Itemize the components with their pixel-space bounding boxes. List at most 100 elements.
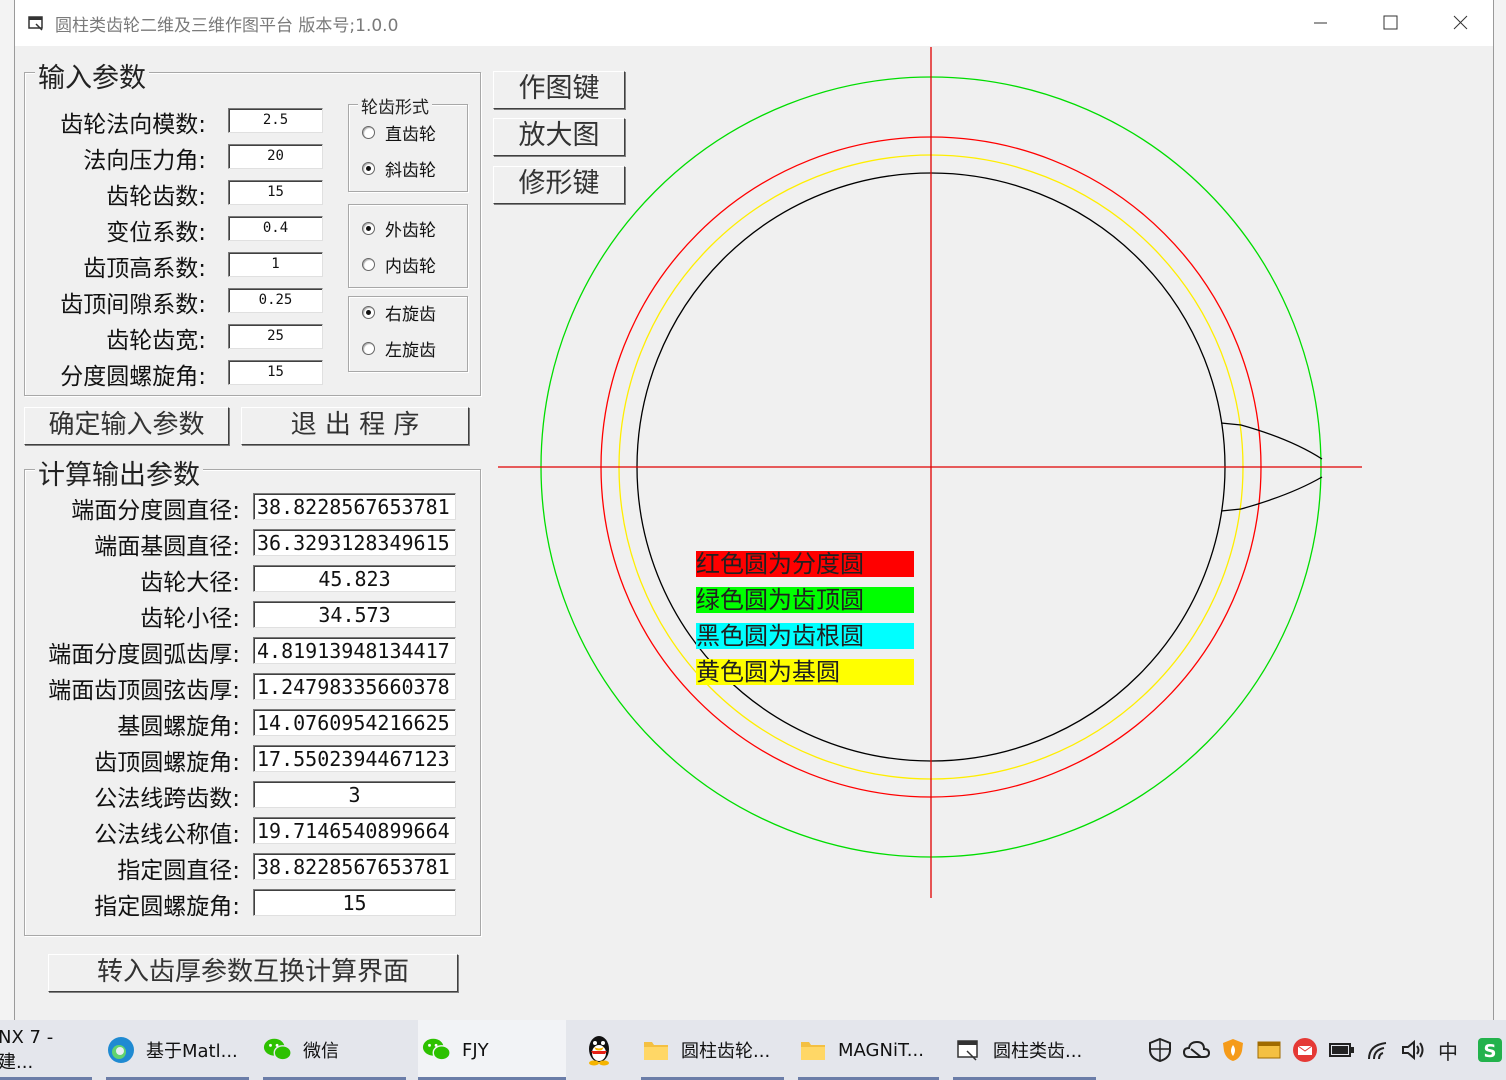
radio-internal-gear[interactable]: 内齿轮 [362,252,436,277]
legend-item: 红色圆为分度圆 [696,551,914,577]
input-field[interactable]: 25 [228,324,323,349]
radio-external-label: 外齿轮 [385,221,436,241]
input-label: 变位系数: [106,220,206,246]
input-field[interactable]: 0.25 [228,288,323,313]
taskbar-item-folder-gear[interactable]: 圆柱齿轮... [641,1020,784,1080]
qq-penguin-icon [584,1035,614,1066]
input-params-title: 输入参数 [35,56,149,95]
output-field[interactable]: 17.5502394467123 [253,745,456,772]
output-label: 齿轮大径: [140,570,240,596]
taskbar-item-qq[interactable] [584,1020,624,1080]
flame-shield-icon[interactable] [1219,1032,1247,1068]
tooth-form-title: 轮齿形式 [358,93,432,118]
output-label: 齿顶圆螺旋角: [94,750,240,776]
radio-right-hand-dot[interactable] [362,306,375,319]
maximize-icon[interactable] [1355,0,1425,46]
radio-spur-label: 直齿轮 [385,125,436,145]
output-field[interactable]: 3 [253,781,456,808]
input-method-indicator[interactable]: 中 [1434,1032,1462,1068]
radio-helical-label: 斜齿轮 [385,161,436,181]
legend-item: 黑色圆为齿根圆 [696,623,914,649]
taskbar-item-label: NX 7 - 建... [0,1026,54,1073]
close-icon[interactable] [1425,0,1495,46]
output-field[interactable]: 38.8228567653781 [253,853,456,880]
radio-left-hand-dot[interactable] [362,342,375,355]
folder-icon [641,1035,671,1065]
legend-item: 黄色圆为基圆 [696,659,914,685]
taskbar-item-nx[interactable]: NX 7 - 建... [0,1020,92,1080]
input-field[interactable]: 2.5 [228,108,323,133]
output-label: 端面分度圆直径: [71,498,240,524]
output-field[interactable]: 34.573 [253,601,456,628]
output-label: 端面分度圆弧齿厚: [48,642,240,668]
convert-thickness-button[interactable]: 转入齿厚参数互换计算界面 [48,954,458,992]
output-label: 指定圆直径: [117,858,240,884]
edge-browser-icon [106,1035,136,1065]
radio-helical-gear[interactable]: 斜齿轮 [362,156,436,181]
taskbar-item-label: 基于Matl... [146,1041,238,1062]
input-field[interactable]: 0.4 [228,216,323,241]
radio-external-gear[interactable]: 外齿轮 [362,216,436,241]
output-field[interactable]: 45.823 [253,565,456,592]
radio-spur-dot[interactable] [362,126,375,139]
radio-internal-dot[interactable] [362,258,375,271]
cloud-icon[interactable] [1181,1032,1211,1068]
wechat-icon [263,1035,293,1065]
input-label: 齿轮齿宽: [106,328,206,354]
taskbar-item-label: 圆柱类齿... [993,1041,1083,1062]
output-field[interactable]: 15 [253,889,456,916]
background-window-left-edge [0,0,15,1020]
input-label: 齿轮齿数: [106,184,206,210]
window-tray-icon[interactable] [1255,1032,1283,1068]
svg-text:S: S [1484,1041,1497,1062]
mail-notify-icon[interactable] [1291,1032,1319,1068]
output-label: 端面齿顶圆弦齿厚: [48,678,240,704]
output-field[interactable]: 38.8228567653781 [253,493,456,520]
input-field[interactable]: 20 [228,144,323,169]
background-window-right-edge [1493,0,1506,1020]
output-field[interactable]: 14.0760954216625 [253,709,456,736]
output-field[interactable]: 36.3293128349615 [253,529,456,556]
minimize-icon[interactable] [1285,0,1355,46]
taskbar-item-matlab[interactable]: 基于Matl... [106,1020,249,1080]
titlebar: 圆柱类齿轮二维及三维作图平台 版本号;1.0.0 [15,0,1493,46]
output-field[interactable]: 1.24798335660378 [253,673,456,700]
input-label: 齿轮法向模数: [60,112,206,138]
taskbar-item-folder-magnit[interactable]: MAGNiT... [798,1020,939,1080]
radio-left-hand[interactable]: 左旋齿 [362,336,436,361]
exit-program-button[interactable]: 退 出 程 序 [241,407,469,445]
taskbar-item-fjy[interactable]: FJY [418,1020,566,1080]
taskbar-item-label: 微信 [303,1041,339,1062]
output-label: 指定圆螺旋角: [94,894,240,920]
legend-item: 绿色圆为齿顶圆 [696,587,914,613]
taskbar-item-label: MAGNiT... [838,1039,924,1061]
wechat-chat-icon [422,1035,452,1065]
output-field[interactable]: 19.7146540899664 [253,817,456,844]
output-field[interactable]: 4.81913948134417 [253,637,456,664]
confirm-input-button[interactable]: 确定输入参数 [24,407,229,445]
radio-internal-label: 内齿轮 [385,257,436,277]
taskbar-item-wechat[interactable]: 微信 [263,1020,406,1080]
security-shield-icon[interactable] [1146,1032,1174,1068]
input-label: 法向压力角: [83,148,206,174]
wifi-icon[interactable] [1364,1032,1394,1068]
sogou-ime-icon[interactable]: S [1476,1032,1504,1068]
input-field[interactable]: 1 [228,252,323,277]
input-field[interactable]: 15 [228,360,323,385]
battery-icon[interactable] [1327,1032,1357,1068]
input-field[interactable]: 15 [228,180,323,205]
radio-right-hand[interactable]: 右旋齿 [362,300,436,325]
input-label: 分度圆螺旋角: [60,364,206,390]
window-title: 圆柱类齿轮二维及三维作图平台 版本号;1.0.0 [55,16,399,36]
taskbar-item-gear-app[interactable]: 圆柱类齿... [953,1020,1096,1080]
taskbar-item-label: 圆柱齿轮... [681,1041,771,1062]
radio-helical-dot[interactable] [362,162,375,175]
app-window-icon [953,1035,983,1065]
volume-icon[interactable] [1399,1032,1427,1068]
radio-spur-gear[interactable]: 直齿轮 [362,120,436,145]
taskbar-item-label: FJY [462,1039,489,1061]
output-label: 基圆螺旋角: [117,714,240,740]
output-label: 公法线跨齿数: [94,786,240,812]
input-label: 齿顶间隙系数: [60,292,206,318]
radio-external-dot[interactable] [362,222,375,235]
